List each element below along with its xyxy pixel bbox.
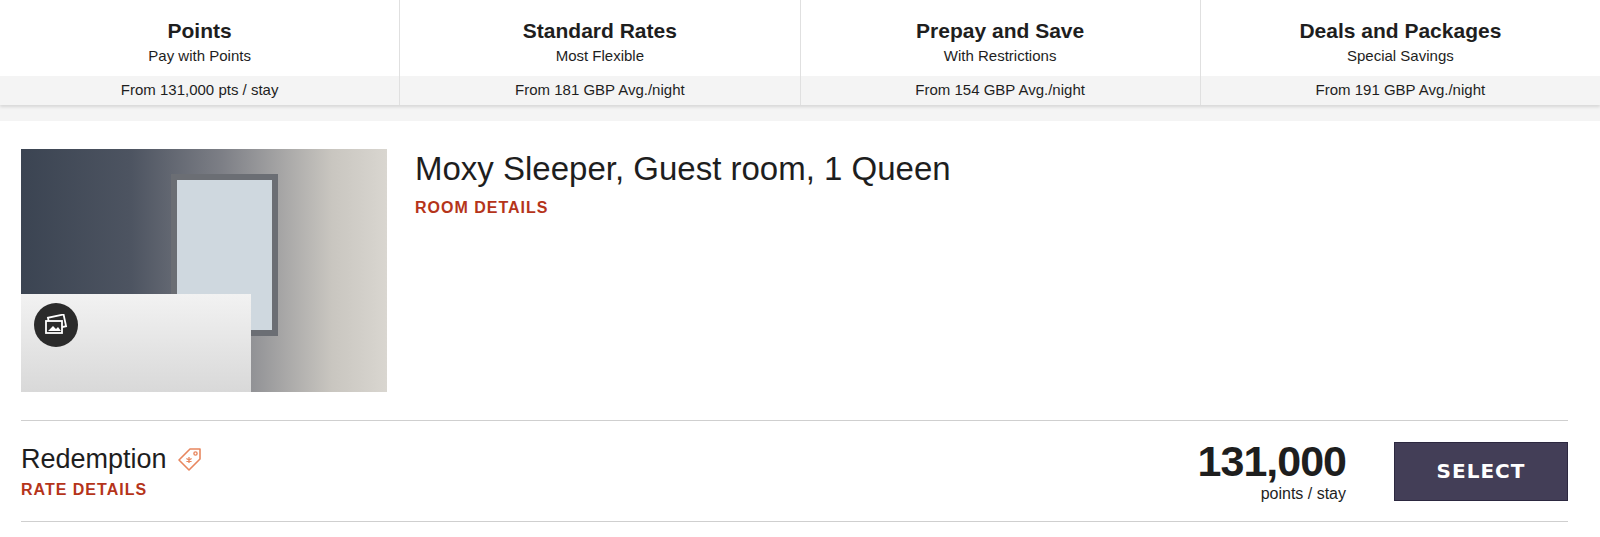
gallery-icon[interactable] [34, 303, 78, 347]
tab-title: Points [8, 18, 391, 44]
room-card: Moxy Sleeper, Guest room, 1 Queen ROOM DE… [0, 121, 1600, 522]
room-photo[interactable] [21, 149, 387, 392]
tab-title: Prepay and Save [809, 18, 1192, 44]
tab-price: From 181 GBP Avg./night [400, 76, 799, 105]
tag-icon [177, 446, 203, 472]
tab-price: From 154 GBP Avg./night [801, 76, 1200, 105]
tab-title: Standard Rates [408, 18, 791, 44]
select-button[interactable]: SELECT [1394, 442, 1568, 501]
rate-tab[interactable]: Prepay and SaveWith Restrictions From 154… [801, 0, 1201, 105]
rate-tab[interactable]: PointsPay with Points From 131,000 pts / … [0, 0, 400, 105]
room-details-link[interactable]: ROOM DETAILS [415, 199, 951, 217]
tab-subtitle: Pay with Points [8, 46, 391, 66]
rate-row: Redemption RATE DETAILS 131,000points / st… [21, 420, 1568, 522]
tab-title: Deals and Packages [1209, 18, 1592, 44]
tab-subtitle: With Restrictions [809, 46, 1192, 66]
tab-subtitle: Most Flexible [408, 46, 791, 66]
room-name: Moxy Sleeper, Guest room, 1 Queen [415, 149, 951, 189]
rate-details-link[interactable]: RATE DETAILS [21, 481, 203, 499]
rate-name: Redemption [21, 443, 167, 475]
price-unit: points / stay [1198, 484, 1346, 504]
points-price: 131,000 [1198, 438, 1346, 484]
rates-page: PointsPay with Points From 131,000 pts / … [0, 0, 1600, 522]
rate-tab[interactable]: Standard RatesMost Flexible From 181 GBP … [400, 0, 800, 105]
tab-price: From 131,000 pts / stay [0, 76, 399, 105]
tab-subtitle: Special Savings [1209, 46, 1592, 66]
rate-tabs: PointsPay with Points From 131,000 pts / … [0, 0, 1600, 105]
rate-tab[interactable]: Deals and PackagesSpecial Savings From 19… [1201, 0, 1600, 105]
tab-price: From 191 GBP Avg./night [1201, 76, 1600, 105]
separator-strip [0, 105, 1600, 121]
